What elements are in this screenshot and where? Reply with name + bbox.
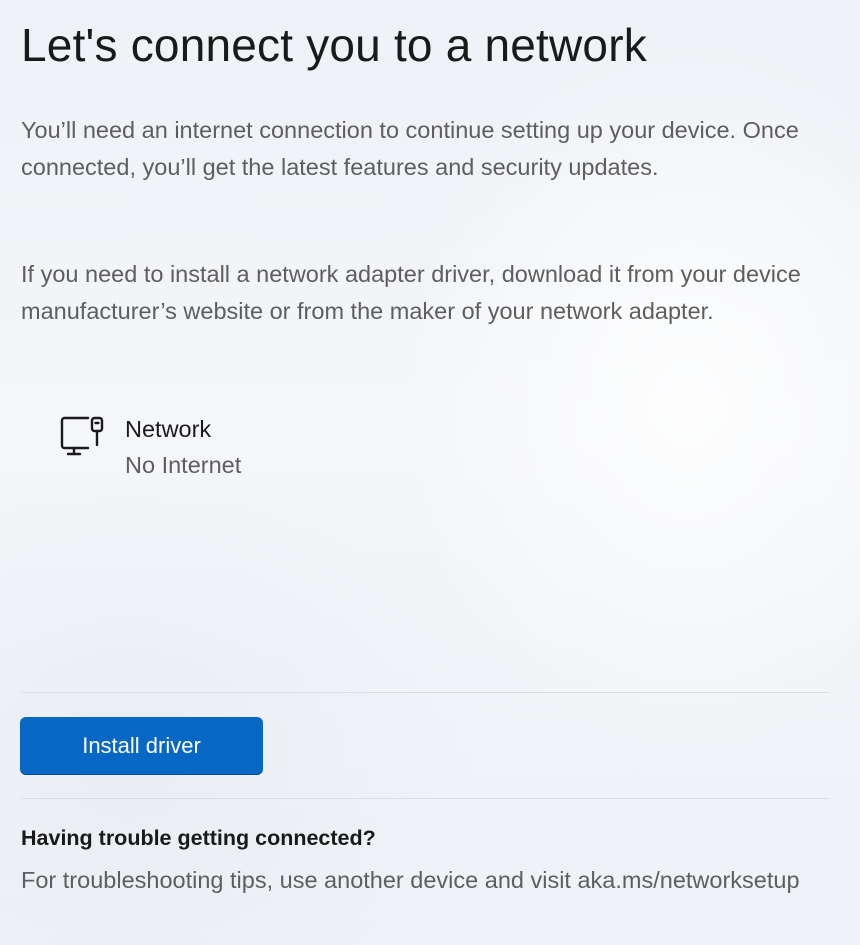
network-list-item[interactable]: Network No Internet: [58, 412, 378, 486]
page-title: Let's connect you to a network: [21, 19, 647, 71]
intro-paragraph: You’ll need an internet connection to co…: [21, 117, 799, 180]
divider: [21, 692, 829, 693]
network-status: No Internet: [125, 452, 242, 478]
divider: [21, 798, 829, 799]
help-heading: Having trouble getting connected?: [21, 826, 376, 850]
network-setup-page: Let's connect you to a network You’ll ne…: [0, 0, 860, 945]
driver-info-paragraph: If you need to install a network adapter…: [21, 261, 801, 324]
wired-network-computer-icon: [58, 414, 108, 464]
network-name: Network: [125, 416, 212, 442]
install-driver-button[interactable]: Install driver: [20, 717, 263, 775]
help-text: For troubleshooting tips, use another de…: [21, 867, 800, 893]
